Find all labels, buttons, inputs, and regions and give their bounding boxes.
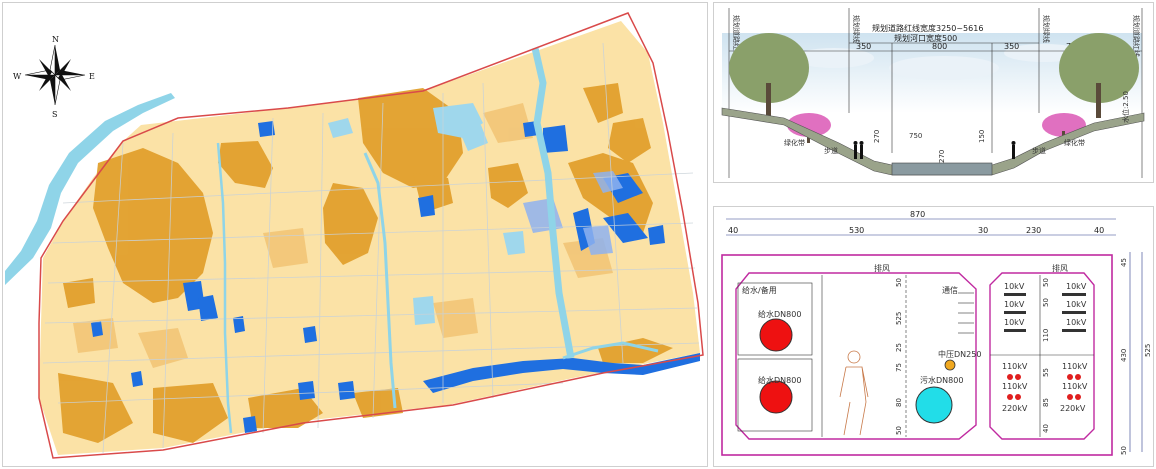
ih2-3: 55 xyxy=(1042,368,1050,377)
bank-label-rb: 绿化带 xyxy=(1064,138,1085,147)
pedestrian-right xyxy=(1011,141,1016,159)
compass-rose: N S E W xyxy=(13,35,95,119)
ih-3: 75 xyxy=(895,363,903,372)
ih2-1: 50 xyxy=(1042,298,1050,307)
dim-river-width: 规划河口宽度500 xyxy=(894,33,957,43)
bank-label-lb: 步道 xyxy=(824,146,838,155)
cable-r-3: 110kV xyxy=(1062,362,1088,371)
cable-l-0: 10kV xyxy=(1004,282,1025,291)
cable-r-0: 10kV xyxy=(1066,282,1087,291)
ih-0: 50 xyxy=(895,278,903,287)
cable-l-2: 10kV xyxy=(1004,318,1025,327)
cable-r-1: 10kV xyxy=(1066,300,1087,309)
utility-tunnel-panel: 870 40 530 30 230 40 45 430 525 50 给水/备用 xyxy=(713,206,1154,467)
ih-2: 25 xyxy=(895,343,903,352)
label-cell-top: 给水/备用 xyxy=(742,285,777,295)
bank-label-ra: 步道 xyxy=(1032,146,1046,155)
ih2-4: 85 xyxy=(1042,398,1050,407)
bank-label-la: 绿化带 xyxy=(784,138,805,147)
ih2-0: 50 xyxy=(1042,278,1050,287)
seg-530: 530 xyxy=(849,226,864,235)
dim-800: 800 xyxy=(932,42,947,51)
label-sewer: 污水DN800 xyxy=(920,375,963,385)
height-270: 270 xyxy=(873,130,881,143)
vlabel-3: 规划绿线 xyxy=(1042,15,1051,43)
water-level-note: 水位:2.50 xyxy=(1121,91,1130,123)
ih-1: 525 xyxy=(895,312,903,325)
river-section-panel: 规划道路红线宽度3250~5616 规划河口宽度500 350 800 350 … xyxy=(713,2,1154,183)
overall-width: 870 xyxy=(910,210,925,219)
cable-l-1: 10kV xyxy=(1004,300,1025,309)
utility-tunnel-section: 870 40 530 30 230 40 45 430 525 50 给水/备用 xyxy=(721,210,1152,456)
seg-40-left: 40 xyxy=(728,226,738,235)
river-channel xyxy=(891,162,993,176)
land-suitability-map: N S E W xyxy=(5,12,704,459)
cable-r-4: 110kV xyxy=(1062,382,1088,391)
water-pipe-2 xyxy=(759,380,793,414)
cable-l-5: 220kV xyxy=(1002,404,1028,413)
height-bottom: 270 xyxy=(938,150,946,163)
compass-e: E xyxy=(89,72,95,81)
label-comm: 通信 xyxy=(942,285,958,295)
compass-n: N xyxy=(52,35,59,44)
dim-road-width: 规划道路红线宽度3250~5616 xyxy=(872,23,983,33)
ih-5: 50 xyxy=(895,426,903,435)
sewer-pipe xyxy=(915,386,953,424)
cable-r-5: 220kV xyxy=(1060,404,1086,413)
compass-w: W xyxy=(13,72,22,81)
cable-l-3: 110kV xyxy=(1002,362,1028,371)
cable-r-2: 10kV xyxy=(1066,318,1087,327)
cable-l-4: 110kV xyxy=(1002,382,1028,391)
label-vent-2: 排风 xyxy=(1052,263,1068,273)
seg-30: 30 xyxy=(978,226,988,235)
rdim-525: 525 xyxy=(1144,344,1152,357)
river-cross-section: 规划道路红线宽度3250~5616 规划河口宽度500 350 800 350 … xyxy=(721,8,1145,178)
label-gas: 中压DN250 xyxy=(938,349,981,359)
seg-40-right: 40 xyxy=(1094,226,1104,235)
ih2-2: 110 xyxy=(1042,329,1050,342)
dim-350-left: 350 xyxy=(856,42,871,51)
ih-4: 80 xyxy=(895,398,903,407)
label-vent: 排风 xyxy=(874,263,890,273)
label-water-1: 给水DN800 xyxy=(758,309,801,319)
label-750: 750 xyxy=(909,132,922,140)
dim-350-right: 350 xyxy=(1004,42,1019,51)
label-water-2: 给水DN800 xyxy=(758,375,801,385)
rdim-50: 50 xyxy=(1120,446,1128,455)
ih2-5: 40 xyxy=(1042,424,1050,433)
gas-pipe xyxy=(944,359,956,371)
map-panel: N S E W xyxy=(2,2,708,467)
water-pipe-1 xyxy=(759,318,793,352)
compass-s: S xyxy=(52,110,57,119)
seg-230: 230 xyxy=(1026,226,1041,235)
rdim-45: 45 xyxy=(1120,258,1128,267)
height-150: 150 xyxy=(978,130,986,143)
vlabel-2: 规划绿线 xyxy=(852,15,861,43)
rdim-430: 430 xyxy=(1120,349,1128,362)
power-chamber xyxy=(989,272,1095,440)
